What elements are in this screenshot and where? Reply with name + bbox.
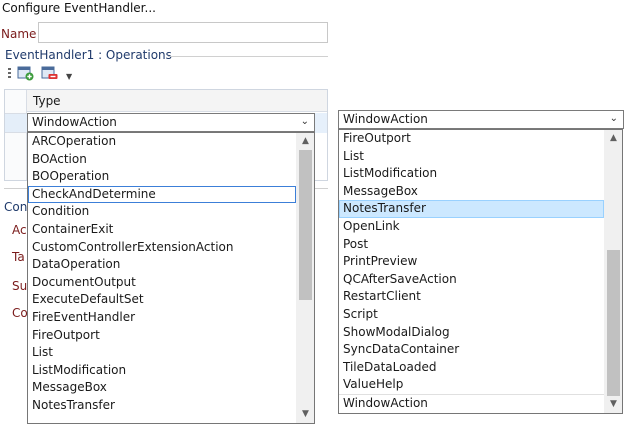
list-item[interactable]: ListModification <box>28 362 296 380</box>
list-item[interactable]: OpenLink <box>339 218 604 236</box>
list-item[interactable]: BOAction <box>28 151 296 169</box>
list-item[interactable]: TileDataLoaded <box>339 359 604 377</box>
list-item[interactable]: CustomControllerExtensionAction <box>28 239 296 257</box>
list-item[interactable]: FireOutport <box>339 130 604 148</box>
scrollbar-thumb[interactable] <box>299 150 312 300</box>
hidden-group-label: Con <box>4 200 28 214</box>
list-item[interactable]: FireEventHandler <box>28 309 296 327</box>
window-title: Configure EventHandler... <box>2 1 156 15</box>
scrollbar-thumb[interactable] <box>607 250 620 396</box>
operations-group-label: EventHandler1 : Operations <box>5 48 172 62</box>
grid-row-header <box>5 90 27 180</box>
list-item-focused[interactable]: CheckAndDetermine <box>28 185 296 204</box>
type-dropdown-list-second[interactable]: FireOutport List ListModification Messag… <box>338 129 623 414</box>
list-item[interactable]: NotesTransfer <box>28 397 296 415</box>
hidden-field-label: Ta <box>12 250 25 264</box>
list-item[interactable]: Post <box>339 236 604 254</box>
list-item[interactable]: PrintPreview <box>339 253 604 271</box>
hidden-field-label: Su <box>12 279 28 293</box>
type-combobox[interactable]: WindowAction ⌄ <box>27 113 315 132</box>
type-dropdown-list[interactable]: ARCOperation BOAction BOOperation CheckA… <box>27 132 315 424</box>
name-label: Name <box>1 27 37 41</box>
list-item[interactable]: MessageBox <box>339 183 604 201</box>
group-divider <box>168 56 328 57</box>
chevron-down-icon[interactable]: ⌄ <box>301 116 309 127</box>
operations-toolbar: ▼ <box>8 64 88 86</box>
grid-row-selector[interactable] <box>5 113 27 133</box>
list-item[interactable]: ExecuteDefaultSet <box>28 291 296 309</box>
dropdown-scrollbar[interactable]: ▲ ▼ <box>296 133 314 423</box>
list-item[interactable]: QCAfterSaveAction <box>339 271 604 289</box>
combobox-value: WindowAction <box>343 112 428 126</box>
divider <box>315 188 328 189</box>
name-input[interactable] <box>38 22 328 43</box>
hidden-field-label: Ac <box>12 223 27 237</box>
type-combobox-second[interactable]: WindowAction ⌄ <box>338 110 624 129</box>
chevron-down-icon[interactable]: ⌄ <box>610 113 618 124</box>
list-item[interactable]: FireOutport <box>28 327 296 345</box>
divider <box>4 188 28 189</box>
dropdown-scrollbar[interactable]: ▲ ▼ <box>604 130 622 413</box>
list-item[interactable]: Condition <box>28 203 296 221</box>
scroll-down-icon[interactable]: ▼ <box>297 406 314 423</box>
list-item[interactable]: ListModification <box>339 165 604 183</box>
combobox-value: WindowAction <box>32 115 117 129</box>
list-item[interactable]: RestartClient <box>339 288 604 306</box>
list-item[interactable]: ARCOperation <box>28 133 296 151</box>
scroll-down-icon[interactable]: ▼ <box>605 396 622 413</box>
list-item[interactable]: DocumentOutput <box>28 274 296 292</box>
list-item[interactable]: BOOperation <box>28 168 296 186</box>
list-item[interactable]: ShowModalDialog <box>339 324 604 342</box>
list-item[interactable]: List <box>339 148 604 166</box>
list-item[interactable]: WindowAction <box>339 393 604 412</box>
list-item[interactable]: SyncDataContainer <box>339 341 604 359</box>
list-item[interactable]: ValueHelp <box>339 376 604 394</box>
toolbar-grip[interactable] <box>8 68 11 80</box>
list-item[interactable]: Script <box>339 306 604 324</box>
list-item[interactable]: DataOperation <box>28 256 296 274</box>
list-item[interactable]: ContainerExit <box>28 221 296 239</box>
add-operation-icon[interactable] <box>17 65 35 82</box>
toolbar-overflow-icon[interactable]: ▼ <box>66 72 72 81</box>
list-item-highlighted[interactable]: NotesTransfer <box>339 200 604 218</box>
grid-column-header[interactable]: Type <box>27 90 327 112</box>
list-item[interactable]: List <box>28 344 296 362</box>
scroll-up-icon[interactable]: ▲ <box>605 130 622 147</box>
column-type-label: Type <box>33 94 61 108</box>
scroll-up-icon[interactable]: ▲ <box>297 133 314 150</box>
delete-operation-icon[interactable] <box>41 65 59 82</box>
list-item[interactable]: MessageBox <box>28 379 296 397</box>
hidden-field-label: Co <box>12 306 28 320</box>
